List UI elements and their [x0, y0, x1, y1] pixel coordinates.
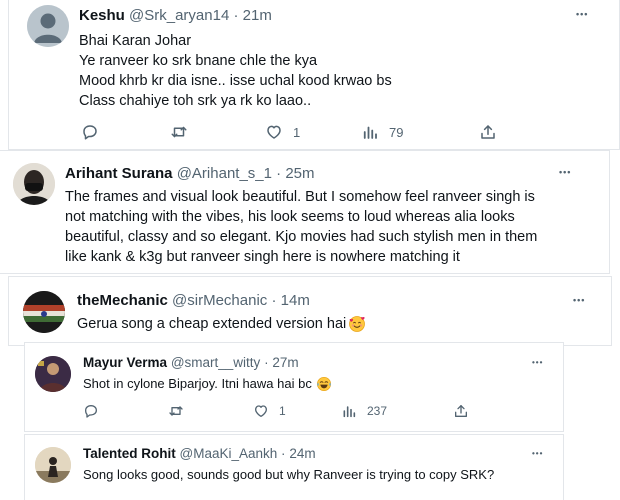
tweet-text-line: Ye ranveer ko srk bnane chle the kya: [79, 53, 318, 69]
like-count: 1: [293, 124, 301, 140]
tweet-card-mayur[interactable]: Mayur Verma @smart__witty · 27m ••• Shot…: [24, 342, 564, 432]
timestamp[interactable]: 21m: [243, 7, 272, 24]
timestamp[interactable]: 24m: [289, 446, 315, 461]
tweet-header: Keshu @Srk_aryan14 · 21m: [79, 7, 272, 24]
user-name[interactable]: Talented Rohit: [83, 446, 176, 461]
avatar[interactable]: [27, 5, 69, 47]
retweet-button[interactable]: [167, 403, 253, 419]
tweet-header: theMechanic @sirMechanic · 14m: [77, 292, 310, 309]
tweet-card-keshu[interactable]: Keshu @Srk_aryan14 · 21m ••• Bhai Karan …: [8, 0, 620, 150]
share-icon: [481, 125, 495, 139]
retweet-icon: [171, 126, 187, 138]
default-avatar-icon: [27, 5, 69, 47]
action-bar: 1 79: [81, 123, 497, 141]
tweet-header: Mayur Verma @smart__witty · 27m: [83, 355, 299, 370]
reply-icon: [83, 125, 97, 140]
tweet-text-line: Mood khrb kr dia isne.. isse uchal kood …: [79, 73, 392, 89]
reply-button[interactable]: [83, 403, 167, 419]
user-name[interactable]: Arihant Surana: [65, 165, 173, 182]
views-count: 237: [367, 404, 388, 418]
profile-photo-icon: [13, 163, 55, 205]
user-name[interactable]: theMechanic: [77, 292, 168, 309]
share-icon: [455, 405, 467, 417]
separator: ·: [276, 165, 282, 182]
tweet-text-line: Shot in cylone Biparjoy. Itni hawa hai b…: [83, 376, 312, 391]
retweet-icon: [169, 406, 183, 416]
tweet-text: The frames and visual look beautiful. Bu…: [65, 187, 537, 267]
separator: ·: [281, 446, 286, 461]
more-icon[interactable]: •••: [573, 295, 585, 305]
tweet-card-rohit[interactable]: Talented Rohit @MaaKi_Aankh · 24m ••• So…: [24, 434, 564, 500]
tweet-card-arihant[interactable]: Arihant Surana @Arihant_s_1 · 25m ••• Th…: [0, 150, 610, 274]
tweet-header: Arihant Surana @Arihant_s_1 · 25m: [65, 165, 315, 182]
avatar[interactable]: [23, 291, 65, 333]
more-icon[interactable]: •••: [559, 167, 571, 177]
share-button[interactable]: [453, 403, 469, 419]
views-count: 79: [389, 124, 404, 140]
heart-icon: [267, 125, 281, 139]
user-handle[interactable]: @Arihant_s_1: [177, 165, 272, 182]
reply-button[interactable]: [81, 123, 169, 141]
more-icon[interactable]: •••: [532, 358, 543, 367]
views-icon: [343, 406, 356, 418]
action-bar: 1 237: [83, 403, 469, 419]
more-icon[interactable]: •••: [532, 449, 543, 458]
profile-photo-icon: [35, 356, 71, 392]
timestamp[interactable]: 27m: [272, 355, 298, 370]
face-with-tears-of-joy-emoji-icon: [316, 377, 331, 391]
tweet-text-line: Song looks good, sounds good but why Ran…: [83, 467, 495, 482]
tweet-text: Song looks good, sounds good but why Ran…: [83, 466, 494, 484]
tweet-card-themechanic[interactable]: theMechanic @sirMechanic · 14m ••• Gerua…: [8, 276, 612, 346]
tweet-text-line: Class chahiye toh srk ya rk ko laao..: [79, 93, 312, 109]
retweet-button[interactable]: [169, 123, 265, 141]
heart-icon: [255, 405, 267, 417]
views-icon: [363, 126, 377, 139]
tweet-text-line: Bhai Karan Johar: [79, 33, 192, 49]
tweet-text-line: The frames and visual look beautiful. Bu…: [65, 189, 535, 205]
profile-photo-icon: [23, 291, 65, 333]
user-handle[interactable]: @MaaKi_Aankh: [180, 446, 278, 461]
like-count: 1: [279, 404, 286, 418]
timestamp[interactable]: 25m: [285, 165, 314, 182]
timestamp[interactable]: 14m: [281, 292, 310, 309]
avatar[interactable]: [13, 163, 55, 205]
tweet-text-line: Gerua song a cheap extended version hai: [77, 316, 347, 332]
separator: ·: [233, 7, 239, 24]
user-handle[interactable]: @smart__witty: [171, 355, 260, 370]
like-button[interactable]: 1: [265, 123, 361, 141]
smiling-face-with-hearts-emoji-icon: [349, 316, 366, 332]
user-handle[interactable]: @Srk_aryan14: [129, 7, 229, 24]
views-button[interactable]: 237: [341, 403, 453, 419]
separator: ·: [271, 292, 277, 309]
tweet-text-line: beautiful, classy and so elegant. Kjo mo…: [65, 229, 538, 245]
tweet-text: Gerua song a cheap extended version hai: [77, 314, 366, 334]
avatar[interactable]: [35, 356, 71, 392]
tweet-text: Shot in cylone Biparjoy. Itni hawa hai b…: [83, 375, 332, 393]
separator: ·: [264, 355, 269, 370]
tweet-text-line: not matching with the vibes, his look se…: [65, 209, 515, 225]
user-name[interactable]: Keshu: [79, 7, 125, 24]
views-button[interactable]: 79: [361, 123, 479, 141]
like-button[interactable]: 1: [253, 403, 341, 419]
more-icon[interactable]: •••: [576, 9, 588, 19]
avatar[interactable]: [35, 447, 71, 483]
tweet-text-line: like kank & k3g but ranveer singh here i…: [65, 249, 460, 265]
user-handle[interactable]: @sirMechanic: [172, 292, 267, 309]
tweet-text: Bhai Karan Johar Ye ranveer ko srk bnane…: [79, 31, 392, 111]
user-name[interactable]: Mayur Verma: [83, 355, 167, 370]
tweet-header: Talented Rohit @MaaKi_Aankh · 24m: [83, 446, 316, 461]
profile-photo-icon: [35, 447, 71, 483]
reply-icon: [85, 405, 97, 418]
share-button[interactable]: [479, 123, 497, 141]
